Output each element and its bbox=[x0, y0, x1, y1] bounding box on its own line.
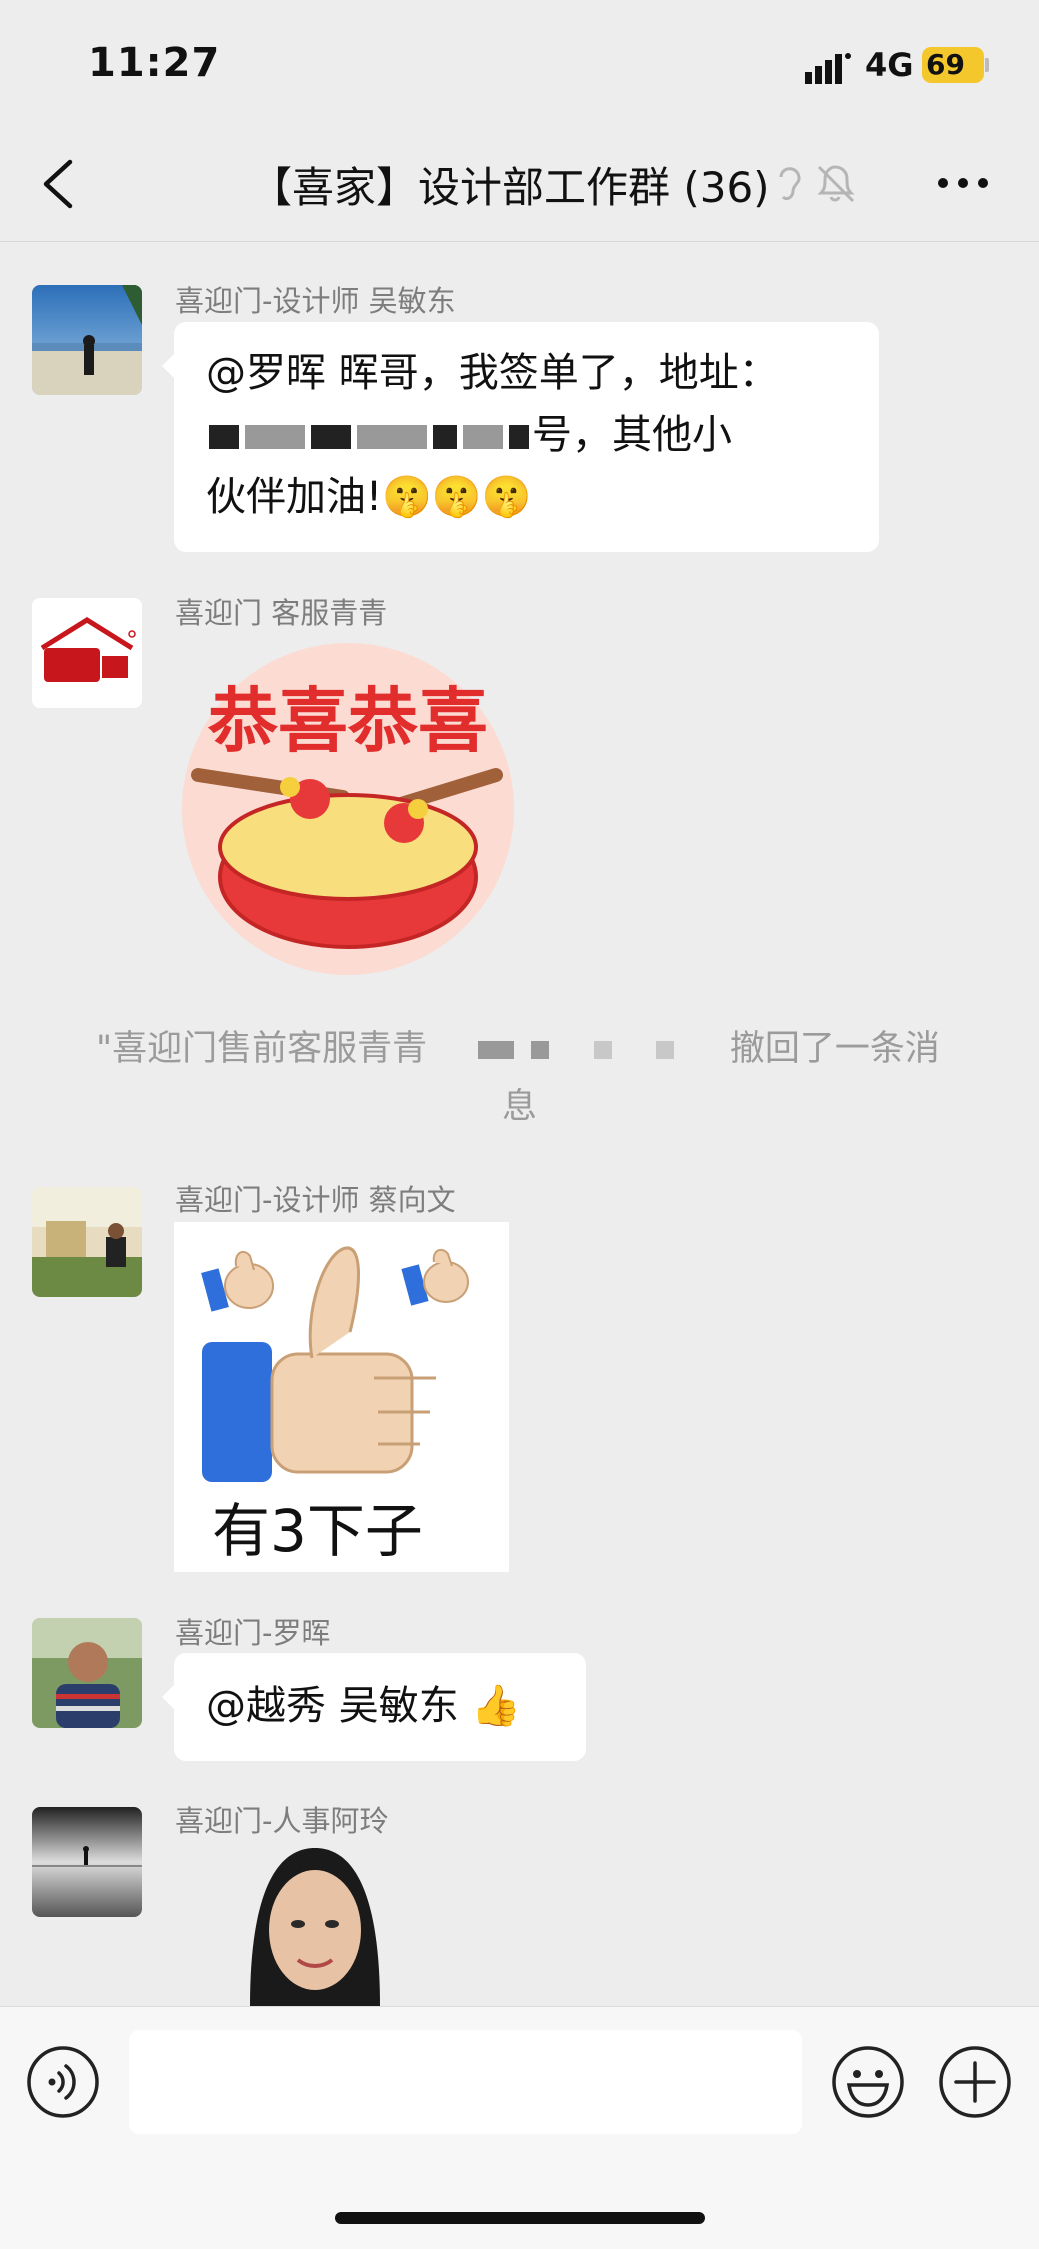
redaction-block bbox=[357, 425, 427, 449]
sender-name: 喜迎门-设计师 蔡向文 bbox=[175, 1183, 456, 1217]
avatar[interactable] bbox=[32, 1618, 142, 1728]
redaction-block bbox=[433, 425, 457, 449]
redaction-block bbox=[531, 1041, 550, 1059]
message-line: 号，其他小 bbox=[532, 412, 732, 458]
avatar[interactable] bbox=[32, 598, 142, 708]
home-indicator bbox=[335, 2212, 705, 2224]
status-time: 11:27 bbox=[88, 40, 221, 86]
group-title: 【喜家】设计部工作群 (36) bbox=[250, 163, 770, 212]
message-line-redacted: 号，其他小 bbox=[206, 404, 845, 466]
sender-name: 喜迎门-人事阿玲 bbox=[175, 1804, 389, 1838]
message-line: 伙伴加油!🤫🤫🤫 bbox=[206, 474, 532, 520]
sender-name: 喜迎门-设计师 吴敏东 bbox=[175, 284, 456, 318]
redaction-block bbox=[593, 1041, 612, 1059]
redaction-block bbox=[463, 425, 503, 449]
redaction-block bbox=[245, 425, 305, 449]
congrats-sticker[interactable]: 恭喜恭喜 bbox=[178, 637, 518, 977]
nav-divider bbox=[0, 241, 1039, 242]
message-line: @罗晖 晖哥，我签单了，地址： bbox=[206, 350, 779, 396]
sticker-text: 有3下子 bbox=[212, 1497, 423, 1565]
message-bubble[interactable]: @罗晖 晖哥，我签单了，地址： 号，其他小 伙伴加油!🤫🤫🤫 bbox=[162, 322, 879, 552]
redaction-block bbox=[478, 1041, 515, 1059]
avatar[interactable] bbox=[32, 1807, 142, 1917]
battery-indicator: 69 bbox=[922, 47, 989, 83]
ear-icon bbox=[779, 167, 801, 201]
shush-emoji: 🤫🤫🤫 bbox=[382, 474, 532, 520]
redaction-block bbox=[209, 425, 239, 449]
bell-off-icon bbox=[817, 165, 855, 203]
sender-name: 喜迎门-罗晖 bbox=[175, 1616, 331, 1650]
ear-mute-icons bbox=[779, 165, 855, 203]
avatar[interactable] bbox=[32, 285, 142, 395]
more-icon[interactable] bbox=[938, 178, 988, 188]
network-label: 4G bbox=[865, 46, 914, 84]
message-bubble[interactable]: @越秀 吴敏东 👍 bbox=[162, 1653, 586, 1761]
message-input[interactable] bbox=[129, 2030, 802, 2134]
battery-level: 69 bbox=[926, 48, 965, 81]
recall-notice-continued: 息 bbox=[501, 1087, 537, 1127]
sender-name: 喜迎门 客服青青 bbox=[175, 596, 388, 630]
chevron-left-icon[interactable] bbox=[40, 158, 76, 210]
sticker-text: 恭喜恭喜 bbox=[208, 679, 488, 762]
photo-sticker[interactable] bbox=[240, 1848, 390, 2006]
signal-icon bbox=[805, 53, 851, 84]
emoji-icon[interactable] bbox=[831, 2045, 905, 2119]
avatar[interactable] bbox=[32, 1187, 142, 1297]
thumbs-up-sticker[interactable]: 有3下子 bbox=[174, 1222, 509, 1572]
redaction-block bbox=[509, 425, 529, 449]
redaction-block bbox=[655, 1041, 674, 1059]
voice-icon[interactable] bbox=[26, 2045, 100, 2119]
message-text: @越秀 吴敏东 👍 bbox=[206, 1683, 522, 1729]
recall-notice: "喜迎门售前客服青青 撤回了一条消 bbox=[96, 1029, 940, 1069]
plus-icon[interactable] bbox=[938, 2045, 1012, 2119]
redaction-block bbox=[311, 425, 351, 449]
